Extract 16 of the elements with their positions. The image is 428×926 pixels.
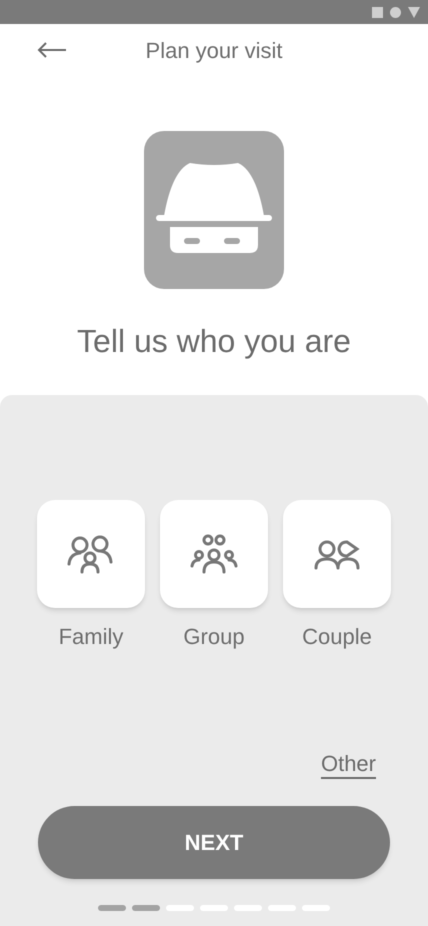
square-icon — [372, 6, 383, 18]
back-arrow-icon — [36, 42, 68, 58]
hat-icon — [144, 131, 284, 289]
option-card[interactable] — [283, 500, 391, 608]
option-card[interactable] — [37, 500, 145, 608]
option-label: Group — [183, 623, 245, 651]
option-card[interactable] — [160, 500, 268, 608]
triangle-icon — [408, 6, 420, 18]
option-label: Couple — [302, 623, 372, 651]
option-label: Family — [58, 623, 124, 651]
other-link[interactable]: Other — [320, 747, 376, 780]
next-button[interactable]: NEXT — [38, 806, 390, 879]
group-icon — [189, 532, 239, 576]
heading: Tell us who you are — [76, 322, 352, 361]
page-title: Plan your visit — [146, 37, 282, 65]
circle-icon — [390, 6, 401, 18]
